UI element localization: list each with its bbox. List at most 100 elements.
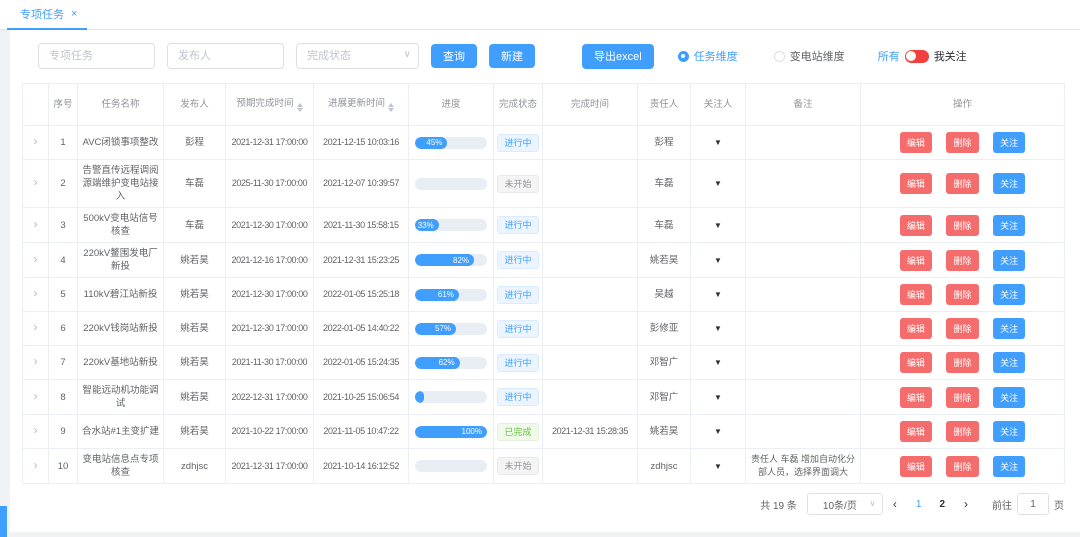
- publisher-cell: zdhjsc: [164, 449, 226, 484]
- new-button[interactable]: 新建: [489, 44, 535, 68]
- task-name: 220kV钱岗站新投: [78, 312, 164, 346]
- publisher-cell: 姚若昊: [164, 243, 226, 278]
- expand-row-icon[interactable]: ›: [34, 460, 38, 470]
- edit-button[interactable]: 编辑: [900, 318, 932, 339]
- expected-time-cell: 2021-12-30 17:00:00: [226, 312, 314, 346]
- finish-time-cell: [543, 208, 638, 243]
- follow-button[interactable]: 关注: [993, 215, 1025, 236]
- watchers-dropdown-icon[interactable]: ▼: [714, 256, 722, 265]
- progress-bar: [415, 391, 487, 403]
- finish-time-cell: [543, 380, 638, 415]
- edit-button[interactable]: 编辑: [900, 284, 932, 305]
- edit-button[interactable]: 编辑: [900, 421, 932, 442]
- delete-button[interactable]: 删除: [946, 318, 978, 339]
- follow-button[interactable]: 关注: [993, 132, 1025, 153]
- finish-time-cell: [543, 312, 638, 346]
- publisher-input[interactable]: [167, 43, 284, 69]
- task-name-input[interactable]: [38, 43, 155, 69]
- watchers-dropdown-icon[interactable]: ▼: [714, 290, 722, 299]
- watchers-dropdown-icon[interactable]: ▼: [714, 179, 722, 188]
- follow-toggle[interactable]: [905, 50, 929, 63]
- task-name: 智能远动机功能调试: [78, 380, 164, 415]
- page-2-button[interactable]: 2: [939, 499, 945, 510]
- expand-row-icon[interactable]: ›: [34, 391, 38, 401]
- status-badge: 进行中: [497, 216, 538, 234]
- progress-fill: 33%: [415, 219, 439, 231]
- page-1-button[interactable]: 1: [916, 499, 922, 510]
- delete-button[interactable]: 删除: [946, 284, 978, 305]
- progress-fill: 62%: [415, 357, 460, 369]
- expand-row-icon[interactable]: ›: [34, 254, 38, 264]
- task-name: 变电站信息点专项核查: [78, 449, 164, 484]
- watchers-dropdown-icon[interactable]: ▼: [714, 462, 722, 471]
- expand-row-icon[interactable]: ›: [34, 288, 38, 298]
- delete-button[interactable]: 删除: [946, 173, 978, 194]
- expand-row-icon[interactable]: ›: [34, 356, 38, 366]
- edit-button[interactable]: 编辑: [900, 352, 932, 373]
- expand-row-icon[interactable]: ›: [34, 322, 38, 332]
- progress-bar: 33%: [415, 219, 487, 231]
- edit-button[interactable]: 编辑: [900, 173, 932, 194]
- edit-button[interactable]: 编辑: [900, 456, 932, 477]
- expected-time-cell: 2021-12-30 17:00:00: [226, 278, 314, 312]
- row-index: 2: [49, 160, 78, 208]
- expand-row-icon[interactable]: ›: [34, 425, 38, 435]
- sort-icon[interactable]: [388, 103, 394, 112]
- radio-substation-dimension[interactable]: 变电站维度: [774, 48, 845, 64]
- progress-bar: [415, 178, 487, 190]
- prev-page-button[interactable]: ‹: [893, 497, 897, 511]
- query-button[interactable]: 查询: [431, 44, 477, 68]
- follow-button[interactable]: 关注: [993, 173, 1025, 194]
- watchers-dropdown-icon[interactable]: ▼: [714, 393, 722, 402]
- header-expand: [23, 84, 49, 126]
- next-page-button[interactable]: ›: [964, 497, 968, 511]
- page-size-select[interactable]: 10条/页 ∨: [807, 493, 883, 515]
- edit-button[interactable]: 编辑: [900, 387, 932, 408]
- expand-row-icon[interactable]: ›: [34, 219, 38, 229]
- owner-cell: 邓智广: [638, 380, 691, 415]
- export-excel-button[interactable]: 导出excel: [582, 44, 654, 69]
- delete-button[interactable]: 删除: [946, 215, 978, 236]
- progress-value: 100%: [462, 426, 487, 438]
- update-time-cell: 2022-01-05 14:40:22: [314, 312, 409, 346]
- delete-button[interactable]: 删除: [946, 421, 978, 442]
- tab-special-tasks[interactable]: 专项任务 ×: [7, 0, 87, 30]
- progress-bar: 62%: [415, 357, 487, 369]
- total-count: 共 19 条: [760, 497, 797, 512]
- delete-button[interactable]: 删除: [946, 456, 978, 477]
- watchers-dropdown-icon[interactable]: ▼: [714, 138, 722, 147]
- radio-task-dimension[interactable]: 任务维度: [678, 48, 738, 64]
- follow-button[interactable]: 关注: [993, 250, 1025, 271]
- edit-button[interactable]: 编辑: [900, 250, 932, 271]
- expand-row-icon[interactable]: ›: [34, 136, 38, 146]
- follow-button[interactable]: 关注: [993, 456, 1025, 477]
- delete-button[interactable]: 删除: [946, 387, 978, 408]
- follow-button[interactable]: 关注: [993, 318, 1025, 339]
- sort-icon[interactable]: [297, 103, 303, 112]
- close-icon[interactable]: ×: [71, 8, 77, 20]
- goto-page-input[interactable]: [1017, 493, 1049, 515]
- watchers-dropdown-icon[interactable]: ▼: [714, 358, 722, 367]
- finish-time-cell: 2021-12-31 15:28:35: [543, 415, 638, 449]
- follow-button[interactable]: 关注: [993, 352, 1025, 373]
- follow-button[interactable]: 关注: [993, 284, 1025, 305]
- task-name: 告警直传远程调阅源端维护变电站接入: [78, 160, 164, 208]
- expected-time-cell: 2021-12-30 17:00:00: [226, 208, 314, 243]
- watchers-dropdown-icon[interactable]: ▼: [714, 427, 722, 436]
- edit-button[interactable]: 编辑: [900, 132, 932, 153]
- goto-label: 前往: [992, 497, 1012, 512]
- status-select[interactable]: ∨: [296, 43, 419, 69]
- follow-button[interactable]: 关注: [993, 387, 1025, 408]
- follow-button[interactable]: 关注: [993, 421, 1025, 442]
- progress-value: 33%: [418, 219, 439, 231]
- expand-row-icon[interactable]: ›: [34, 177, 38, 187]
- watchers-dropdown-icon[interactable]: ▼: [714, 324, 722, 333]
- delete-button[interactable]: 删除: [946, 250, 978, 271]
- watchers-dropdown-icon[interactable]: ▼: [714, 221, 722, 230]
- delete-button[interactable]: 删除: [946, 132, 978, 153]
- delete-button[interactable]: 删除: [946, 352, 978, 373]
- status-badge: 已完成: [497, 423, 538, 441]
- status-select-input[interactable]: [296, 43, 419, 69]
- edit-button[interactable]: 编辑: [900, 215, 932, 236]
- remark-cell: [746, 278, 861, 312]
